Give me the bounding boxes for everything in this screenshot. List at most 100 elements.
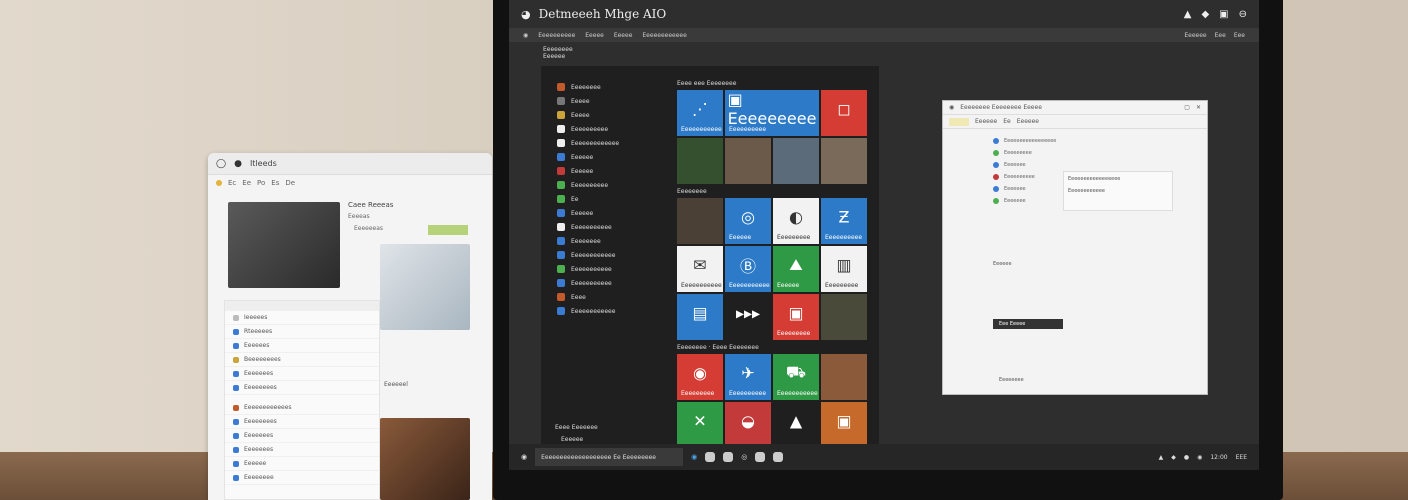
list-item[interactable]: Eeeeeees xyxy=(225,443,379,457)
menu-item[interactable]: Eeeee xyxy=(614,32,633,39)
active-item[interactable]: Eee Eeeee xyxy=(993,319,1063,329)
tray-item[interactable]: ● xyxy=(1184,454,1189,461)
list-item[interactable]: Eeeeeeees xyxy=(225,415,379,429)
list-item[interactable]: Ee xyxy=(549,192,669,206)
photos-icon[interactable] xyxy=(755,452,766,462)
list-item[interactable]: Eeeeeeees xyxy=(225,381,379,395)
close-icon[interactable]: ✕ xyxy=(1196,104,1201,111)
list-item[interactable]: Rteeeees xyxy=(225,325,379,339)
start-footer-label[interactable]: Eeee Eeeeeee xyxy=(555,424,598,431)
edge-icon[interactable]: ◉ xyxy=(691,453,697,461)
app-tile[interactable]: Ⓑ Eeeeeeeeeee xyxy=(725,246,771,292)
toolbar-item[interactable]: Ee xyxy=(1003,118,1010,125)
toolbar-item[interactable]: Eeeeee xyxy=(975,118,997,125)
app-tile[interactable] xyxy=(821,138,867,184)
app-tile[interactable]: ✈ Eeeeeeeeee xyxy=(725,354,771,400)
list-item[interactable]: Eeeeeeeee xyxy=(943,147,1207,159)
shield-icon[interactable]: ◆ xyxy=(1201,9,1209,20)
explorer-window[interactable]: ◉ Eeeeeeee Eeeeeeee Eeeee ▢ ✕ Eeeeee Ee … xyxy=(942,100,1208,395)
list-item[interactable]: Eeeeee xyxy=(549,150,669,164)
list-item[interactable]: Eeeeeeee xyxy=(225,471,379,485)
media-icon[interactable]: ◎ xyxy=(741,453,747,461)
list-item[interactable]: Beeeeeeees xyxy=(225,353,379,367)
list-item[interactable]: Eeeeeeeeeee xyxy=(549,220,669,234)
menu-item[interactable]: Eeeeeeeeeeee xyxy=(642,32,686,39)
list-item[interactable]: Eeeeeeeeee xyxy=(549,178,669,192)
store-icon[interactable] xyxy=(705,452,716,462)
start-footer-user[interactable]: Eeeeee xyxy=(561,436,583,443)
menu-right-item[interactable]: Eeeeee xyxy=(1184,32,1206,39)
clock[interactable]: 12:00 xyxy=(1210,454,1227,461)
app-tile[interactable]: ▣ Eeeeeeeee Eeeeeeeeee xyxy=(725,90,819,136)
list-item[interactable]: Eeeeeeeeee xyxy=(549,122,669,136)
back-icon[interactable]: ◯ xyxy=(216,159,226,169)
menu-right-item[interactable]: Eee xyxy=(1215,32,1226,39)
menu-item[interactable]: Eeeee xyxy=(585,32,604,39)
start-icon[interactable]: ◉ xyxy=(521,453,527,461)
app-tile[interactable] xyxy=(725,138,771,184)
list-item[interactable]: Eeeeee xyxy=(549,206,669,220)
app-tile[interactable] xyxy=(677,138,723,184)
toolbar-item[interactable]: Eeeeee xyxy=(1017,118,1039,125)
app-tile[interactable]: ◒ xyxy=(725,402,771,448)
app-tile[interactable]: ▥ Eeeeeeeee xyxy=(821,246,867,292)
list-item[interactable]: Ieeeees xyxy=(225,311,379,325)
app-tile[interactable]: ◎ Eeeeee xyxy=(725,198,771,244)
app-tile[interactable] xyxy=(773,138,819,184)
list-item[interactable]: Eeeeeees xyxy=(225,367,379,381)
list-item[interactable]: Eeeeeees xyxy=(225,429,379,443)
list-item[interactable]: Eeee xyxy=(549,290,669,304)
list-item[interactable]: Eeeeeeeeeeeeeeeee xyxy=(943,135,1207,147)
menu-item[interactable]: Es xyxy=(271,179,279,187)
app-tile[interactable]: ◻ xyxy=(821,90,867,136)
tray-item[interactable]: ◆ xyxy=(1171,454,1176,461)
app-tile[interactable] xyxy=(677,198,723,244)
app-tile[interactable]: ⛟ Eeeeeeeeeee xyxy=(773,354,819,400)
app-tile[interactable]: ✕ xyxy=(677,402,723,448)
list-item[interactable]: Eeeeeeeeeeee xyxy=(549,248,669,262)
minimize-icon[interactable]: ▢ xyxy=(1184,104,1190,111)
menu-item[interactable]: Ee xyxy=(242,179,251,187)
menu-item[interactable]: De xyxy=(285,179,295,187)
list-item[interactable]: Eeeeeeeeeee xyxy=(549,262,669,276)
app-icon[interactable]: ▣ xyxy=(1219,9,1228,20)
app-tile[interactable]: ◐ Eeeeeeeee xyxy=(773,198,819,244)
list-item[interactable]: Eeeeees xyxy=(225,339,379,353)
app-tile[interactable]: ▤ xyxy=(677,294,723,340)
chat-icon[interactable]: ◕ xyxy=(521,8,531,21)
list-item[interactable]: Eeeeee xyxy=(549,164,669,178)
app-tile[interactable]: ▣ Eeeeeeeee xyxy=(773,294,819,340)
list-item[interactable]: Eeeeeeeeeeee xyxy=(549,304,669,318)
start-menu[interactable]: Eeeeeeee Eeeee Eeeee Eeeeeeeeee Eeeeeeeeeeee… xyxy=(541,66,879,448)
list-item[interactable]: Eeeeeee xyxy=(943,159,1207,171)
app-tile[interactable] xyxy=(821,354,867,400)
list-item[interactable]: Eeeeeeee xyxy=(549,80,669,94)
app-tile[interactable]: ✉ Eeeeeeeeeee xyxy=(677,246,723,292)
list-item[interactable]: Eeeee xyxy=(549,94,669,108)
tray-item[interactable]: ▲ xyxy=(1159,454,1164,461)
tray-item[interactable]: ◉ xyxy=(1197,454,1202,461)
app-tile[interactable]: ▲ xyxy=(773,402,819,448)
menu-right-item[interactable]: Eee xyxy=(1234,32,1245,39)
tray-item[interactable]: EEE xyxy=(1236,454,1247,461)
list-item[interactable]: Eeeeeeeeeeeee xyxy=(549,136,669,150)
list-item[interactable]: Eeeeeeeeeee xyxy=(549,276,669,290)
app-tile[interactable]: Ƶ Eeeeeeeeee xyxy=(821,198,867,244)
app-tile[interactable]: ▸▸▸ xyxy=(725,294,771,340)
menu-item[interactable]: Ec xyxy=(228,179,236,187)
app-tile[interactable]: ◉ Eeeeeeeee xyxy=(677,354,723,400)
app-tile[interactable]: ⋰ Eeeeeeeeeee xyxy=(677,90,723,136)
menu-item[interactable]: Po xyxy=(257,179,265,187)
warning-icon[interactable]: ▲ xyxy=(1184,9,1192,20)
list-item[interactable]: Eeeeeeee xyxy=(549,234,669,248)
list-item[interactable]: Eeeeee xyxy=(225,457,379,471)
list-item[interactable]: Eeeee xyxy=(549,108,669,122)
search-box[interactable]: Eeeeeeeeeeeeeeeeeee Ee Eeeeeeeee xyxy=(535,448,684,466)
list-item[interactable]: Eeeeeeeeeeees xyxy=(225,401,379,415)
nav-icon[interactable]: ◉ xyxy=(523,32,528,39)
app-tile[interactable] xyxy=(821,294,867,340)
app-tile[interactable]: ⛰ Eeeeee xyxy=(773,246,819,292)
mail-icon[interactable] xyxy=(773,452,784,462)
settings-icon[interactable]: ⊖ xyxy=(1239,9,1247,20)
files-icon[interactable] xyxy=(723,452,734,462)
